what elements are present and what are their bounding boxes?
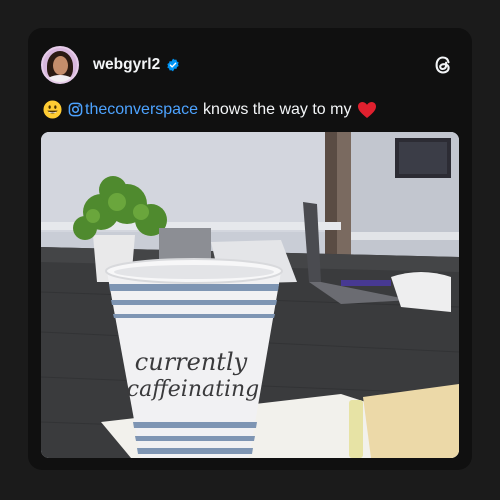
cup-text-line2: caffeinating <box>127 377 260 402</box>
mention-link[interactable]: theconverspace <box>85 101 198 119</box>
instagram-icon <box>68 102 83 117</box>
cup-text-line1: currently <box>135 348 248 376</box>
threads-post-card: webgyrl2 theconverspace knows the way to… <box>28 28 472 470</box>
username[interactable]: webgyrl2 <box>93 56 160 74</box>
post-caption: theconverspace knows the way to my <box>43 100 459 119</box>
smiley-face-emoji <box>43 100 62 119</box>
threads-logo-icon[interactable] <box>431 53 455 77</box>
caption-text: knows the way to my <box>202 100 352 118</box>
red-heart-emoji <box>358 101 377 118</box>
coffee-cup-photo: currently caffeinating <box>41 132 459 458</box>
avatar[interactable] <box>41 46 79 84</box>
verified-badge-icon <box>167 58 179 72</box>
post-photo[interactable]: currently caffeinating <box>41 132 459 458</box>
post-header: webgyrl2 <box>41 45 459 85</box>
